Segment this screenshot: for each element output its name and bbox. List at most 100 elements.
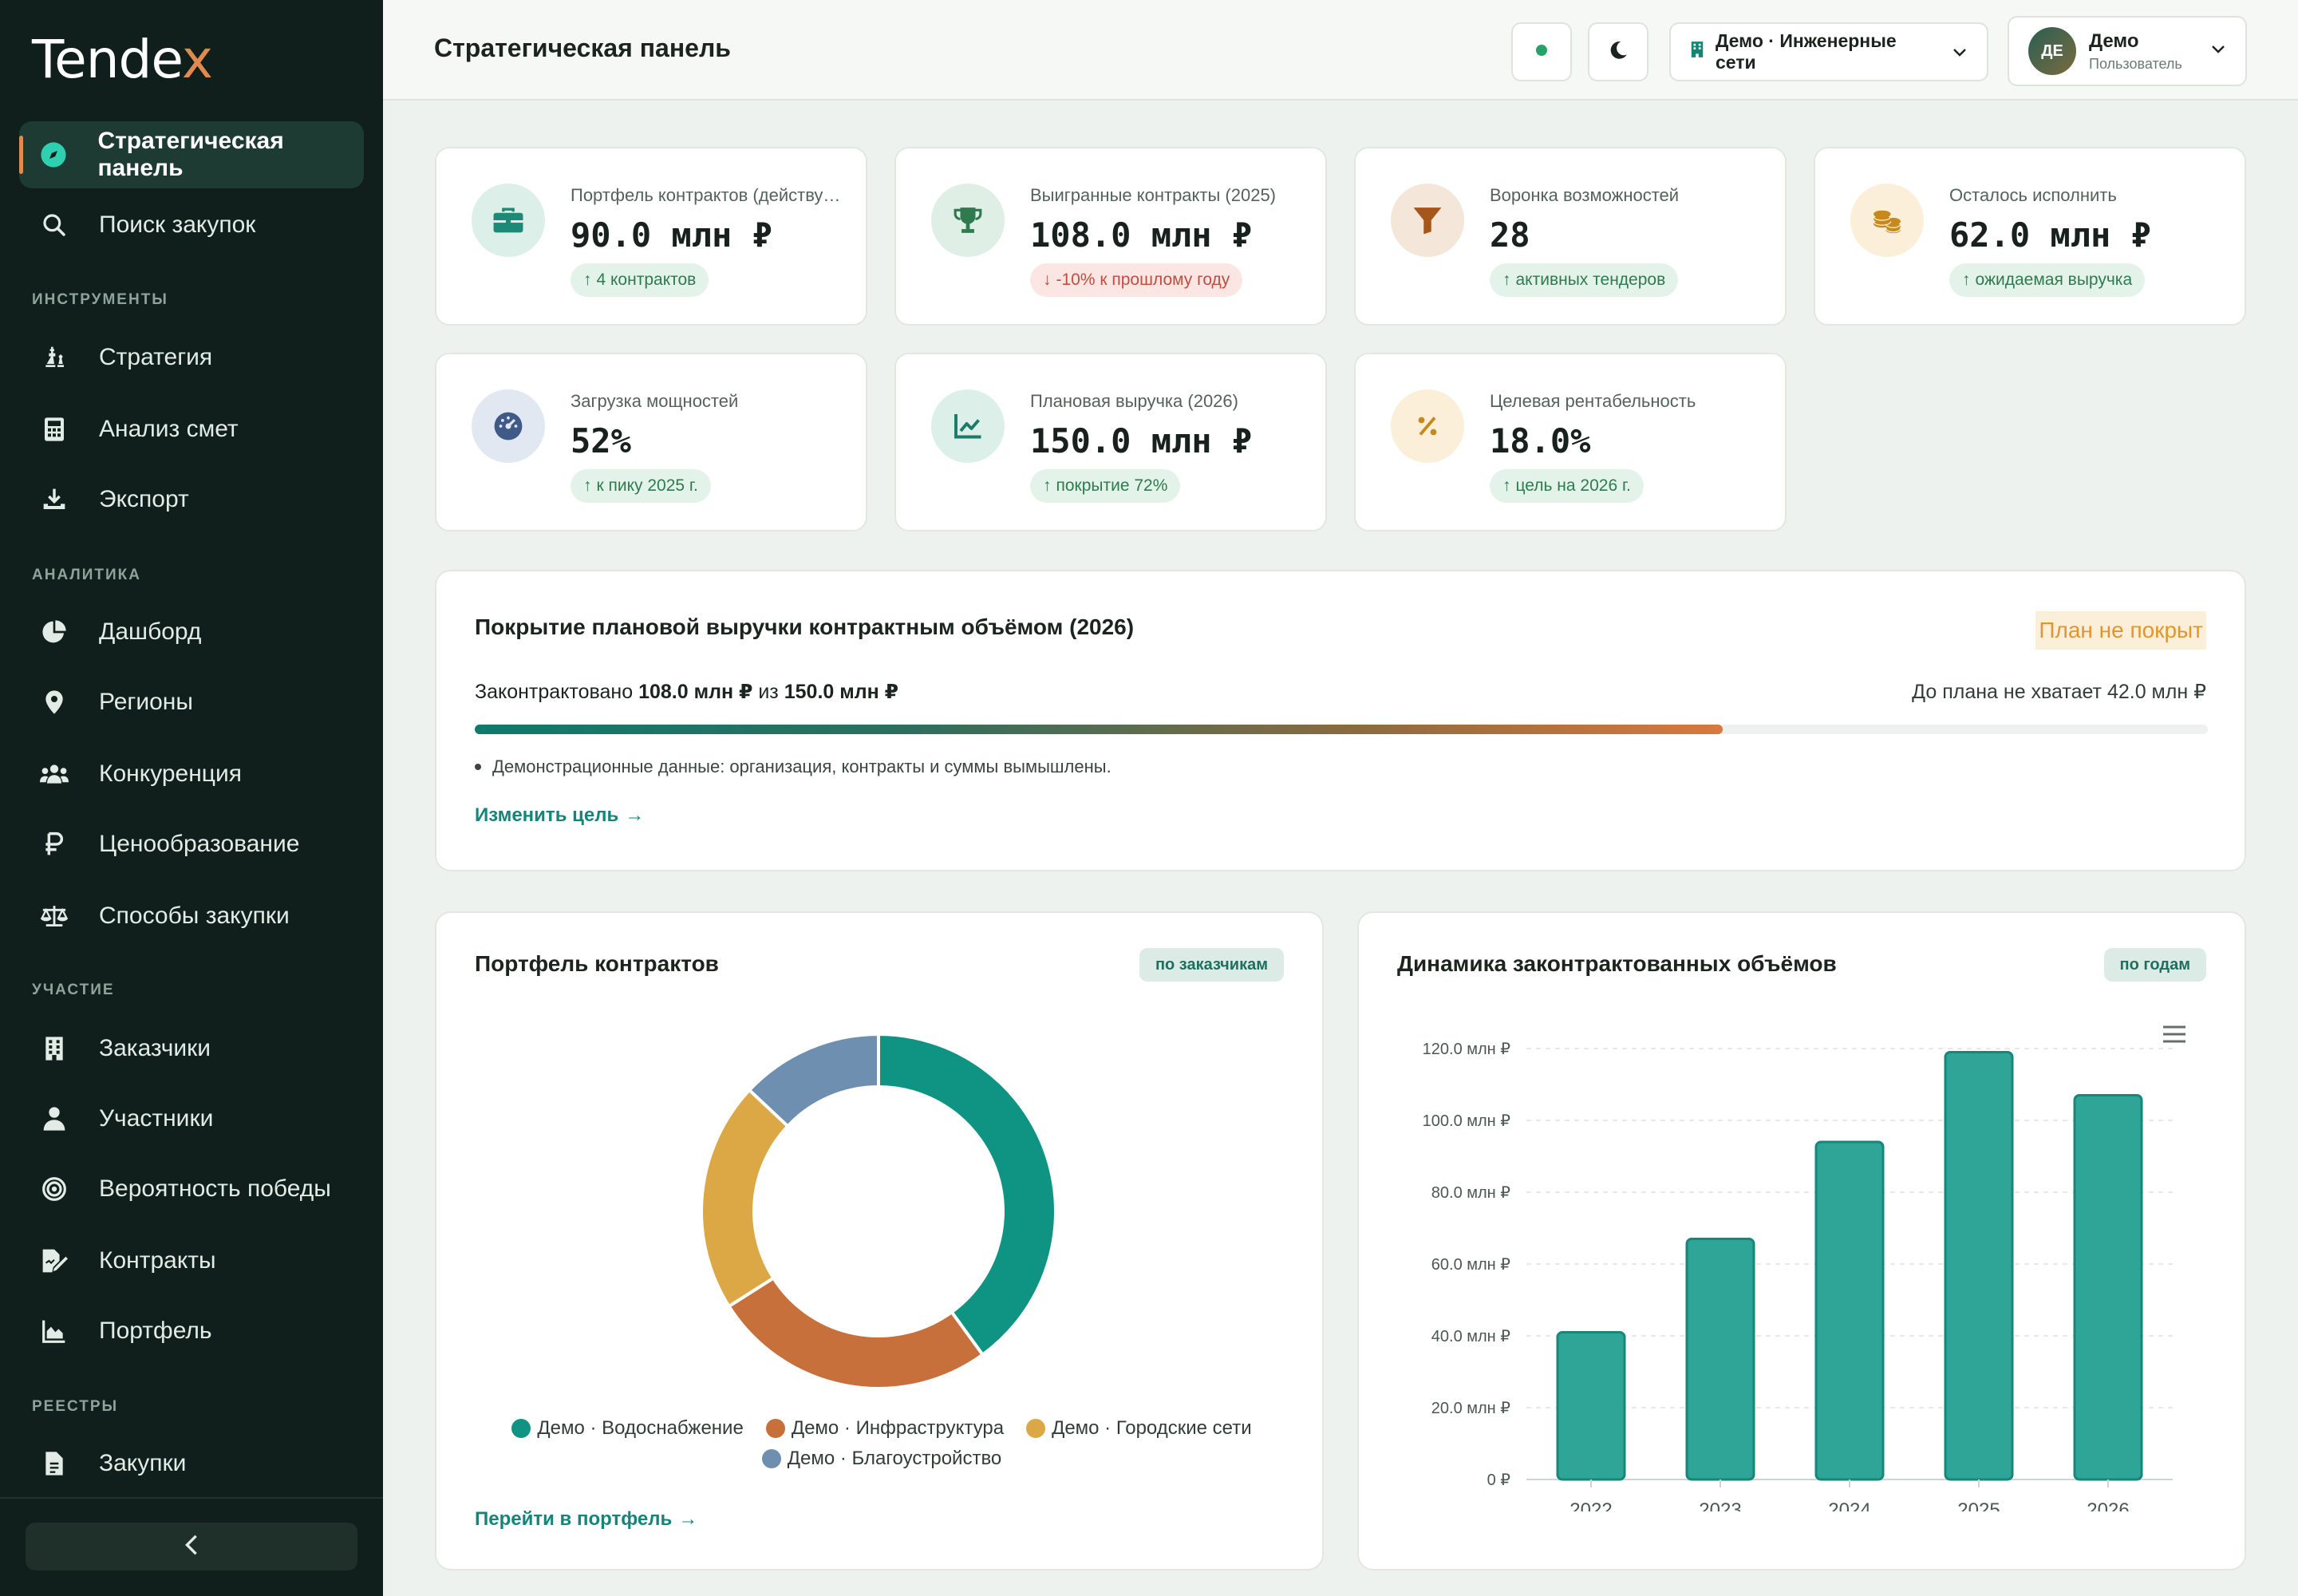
bar[interactable] xyxy=(1814,1140,1885,1481)
kpi-label: Выигранные контракты (2025) xyxy=(1030,185,1276,205)
brand-logo[interactable]: Tendex xyxy=(32,29,213,90)
legend-label: Демо · Водоснабжение xyxy=(537,1417,744,1439)
donut-slice[interactable] xyxy=(726,1275,985,1390)
dynamics-grouping-pill[interactable]: по годам xyxy=(2103,948,2206,982)
kpi-card-planned-revenue[interactable]: Плановая выручка (2026) 150.0 млн ₽ ↑ пок… xyxy=(894,353,1327,531)
sidebar-item-procurement-methods[interactable]: Способы закупки xyxy=(19,883,364,950)
kpi-value: 18.0% xyxy=(1490,421,1591,460)
sidebar-item-label: Конкуренция xyxy=(99,760,242,787)
sidebar-item-portfolio[interactable]: Портфель xyxy=(19,1298,364,1365)
ruble-icon xyxy=(40,830,69,859)
x-tick-label: 2024 xyxy=(1828,1499,1870,1511)
bar[interactable] xyxy=(2073,1094,2143,1481)
sidebar-item-dashboard[interactable]: Дашборд xyxy=(19,598,364,666)
dynamics-panel: Динамика законтрактованных объёмов по го… xyxy=(1357,911,2246,1570)
donut-slice[interactable] xyxy=(877,1032,1057,1357)
legend-item[interactable]: Демо · Благоустройство xyxy=(761,1448,1001,1470)
kpi-card-won-contracts[interactable]: Выигранные контракты (2025) 108.0 млн ₽ … xyxy=(894,147,1327,326)
user-menu[interactable]: ДЕ Демо Пользователь xyxy=(2008,16,2247,86)
sidebar-item-search-procurements[interactable]: Поиск закупок xyxy=(19,192,364,259)
legend-label: Демо · Инфраструктура xyxy=(791,1417,1005,1439)
organization-select[interactable]: Демо · Инженерные сети xyxy=(1669,22,1988,81)
kpi-card-portfolio[interactable]: Портфель контрактов (действующие) 90.0 м… xyxy=(435,147,867,326)
legend-label: Демо · Городские сети xyxy=(1052,1417,1252,1439)
user-role: Пользователь xyxy=(2089,55,2182,72)
legend-item[interactable]: Демо · Инфраструктура xyxy=(765,1417,1005,1440)
sidebar-item-procurements[interactable]: Закупки xyxy=(19,1430,364,1497)
y-tick-label: 20.0 млн ₽ xyxy=(1431,1400,1511,1417)
collapse-sidebar-button[interactable] xyxy=(26,1523,357,1570)
legend-item[interactable]: Демо · Городские сети xyxy=(1026,1417,1252,1440)
arrow-up-icon: ↑ xyxy=(1962,271,1971,289)
arrow-up-icon: ↑ xyxy=(1502,476,1511,495)
user-icon xyxy=(40,1104,69,1133)
sidebar-item-label: Стратегия xyxy=(99,344,213,370)
y-tick-label: 100.0 млн ₽ xyxy=(1423,1112,1511,1130)
arrow-down-icon: ↓ xyxy=(1043,271,1052,289)
arrow-up-icon: ↑ xyxy=(1043,476,1052,495)
sidebar-item-label: Анализ смет xyxy=(99,416,239,442)
building-icon xyxy=(1690,40,1704,64)
kpi-label: Воронка возможностей xyxy=(1490,185,1680,205)
sidebar-item-contracts[interactable]: Контракты xyxy=(19,1227,364,1294)
arrow-right-icon: → xyxy=(625,804,645,826)
change-target-link[interactable]: Изменить цель → xyxy=(475,804,644,827)
y-tick-label: 0 ₽ xyxy=(1487,1472,1511,1489)
percent-icon xyxy=(1391,389,1464,463)
coverage-status-badge: План не покрыт xyxy=(2035,611,2206,650)
kpi-card-opportunity-funnel[interactable]: Воронка возможностей 28 ↑ активных тендер… xyxy=(1354,147,1787,326)
sidebar-item-label: Регионы xyxy=(99,689,193,715)
sidebar-section-tools: ИНСТРУМЕНТЫ xyxy=(32,291,168,308)
kpi-value: 52% xyxy=(571,421,631,460)
x-tick-label: 2026 xyxy=(2087,1499,2129,1511)
sidebar-item-competition[interactable]: Конкуренция xyxy=(19,741,364,808)
x-tick-label: 2025 xyxy=(1957,1499,2000,1511)
sidebar-item-label: Способы закупки xyxy=(99,903,290,929)
bar[interactable] xyxy=(1556,1331,1626,1481)
sidebar-item-participants[interactable]: Участники xyxy=(19,1085,364,1152)
search-icon xyxy=(40,211,69,239)
arrow-up-icon: ↑ xyxy=(1502,271,1511,289)
portfolio-grouping-pill[interactable]: по заказчикам xyxy=(1139,948,1284,982)
sidebar-item-label: Портфель xyxy=(99,1317,212,1344)
kpi-badge: ↑ активных тендеров xyxy=(1490,263,1679,297)
portfolio-legend: Демо · Водоснабжение Демо · Инфраструктур… xyxy=(475,1417,1289,1470)
avatar: ДЕ xyxy=(2028,27,2076,75)
legend-item[interactable]: Демо · Водоснабжение xyxy=(511,1417,744,1440)
portfolio-donut-chart xyxy=(700,1032,1057,1390)
sidebar-item-win-probability[interactable]: Вероятность победы xyxy=(19,1156,364,1223)
coverage-progress-fill xyxy=(475,725,1723,734)
sidebar-item-pricing[interactable]: Ценообразование xyxy=(19,811,364,878)
kpi-card-target-margin[interactable]: Целевая рентабельность 18.0% ↑ цель на 20… xyxy=(1354,353,1787,531)
sidebar-item-estimates[interactable]: Анализ смет xyxy=(19,396,364,463)
sidebar-item-strategic-panel[interactable]: Стратегическая панель xyxy=(19,121,364,188)
arrow-up-icon: ↑ xyxy=(583,271,592,289)
x-tick-label: 2023 xyxy=(1699,1499,1741,1511)
bar[interactable] xyxy=(1944,1051,2014,1481)
theme-toggle-button[interactable] xyxy=(1588,22,1648,81)
sidebar-item-regions[interactable]: Регионы xyxy=(19,669,364,736)
sidebar-item-export[interactable]: Экспорт xyxy=(19,466,364,533)
kpi-badge: ↑ ожидаемая выручка xyxy=(1949,263,2146,297)
sidebar-item-label: Ценообразование xyxy=(99,831,300,857)
portfolio-panel: Портфель контрактов по заказчикам Демо ·… xyxy=(435,911,1324,1570)
demo-note: Демонстрационные данные: организация, ко… xyxy=(475,757,1111,777)
kpi-label: Целевая рентабельность xyxy=(1490,391,1696,411)
go-to-portfolio-link[interactable]: Перейти в портфель → xyxy=(475,1508,697,1531)
sidebar-item-strategy[interactable]: Стратегия xyxy=(19,324,364,391)
coverage-gap: До плана не хватает 42.0 млн ₽ xyxy=(1912,681,2206,703)
kpi-card-capacity-load[interactable]: Загрузка мощностей 52% ↑ к пику 2025 г. xyxy=(435,353,867,531)
coverage-summary: Законтрактовано 108.0 млн ₽ из 150.0 млн… xyxy=(475,681,899,703)
sidebar-item-customers[interactable]: Заказчики xyxy=(19,1015,364,1082)
scales-icon xyxy=(40,902,69,930)
status-button[interactable] xyxy=(1511,22,1572,81)
gauge-icon xyxy=(472,389,545,463)
sidebar-item-label: Контракты xyxy=(99,1247,216,1274)
kpi-card-remaining[interactable]: Осталось исполнить 62.0 млн ₽ ↑ ожидаемая… xyxy=(1814,147,2246,326)
pie-chart-icon xyxy=(40,618,69,646)
kpi-value: 28 xyxy=(1490,215,1530,255)
sidebar: Tendex Стратегическая панель Поиск закуп… xyxy=(0,0,383,1596)
donut-slice[interactable] xyxy=(700,1088,791,1309)
bar[interactable] xyxy=(1685,1238,1755,1481)
dynamics-title: Динамика законтрактованных объёмов xyxy=(1397,951,1837,976)
